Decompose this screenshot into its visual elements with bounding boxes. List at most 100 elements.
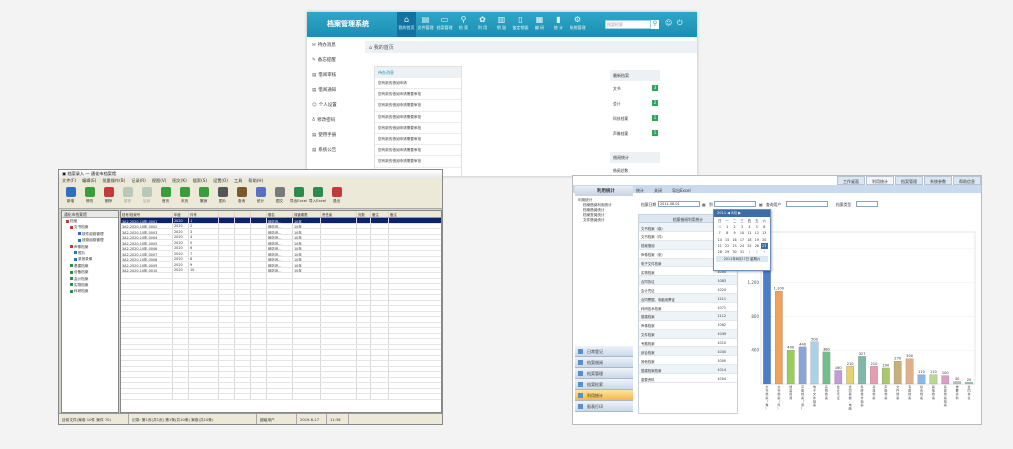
column-header[interactable]: 件号 — [189, 211, 219, 217]
menu-item[interactable]: 批量操作(B) — [102, 178, 125, 185]
column-header[interactable]: 备注 — [371, 211, 389, 217]
column-header[interactable]: 年度 — [173, 211, 189, 217]
stats-row[interactable]: 声像档案 1082 — [639, 321, 737, 330]
stats-row[interactable]: 科研技术档案 1071 — [639, 303, 737, 312]
sidebar-item[interactable]: ♁ 修改密码 — [307, 115, 362, 130]
left-nav-item[interactable]: 档案检索 — [575, 379, 633, 390]
toolbar-button[interactable]: 后页 — [137, 185, 156, 208]
date-to-input[interactable] — [714, 201, 756, 207]
toolbar-button[interactable]: 导入Excel — [308, 185, 327, 208]
menu-item[interactable]: 图文(K) — [172, 178, 186, 185]
toolbar-button[interactable]: 统计 — [251, 185, 270, 208]
stats-row[interactable]: 专题档案 1010 — [639, 339, 737, 348]
todo-row[interactable]: 您有新的借阅申请需要审批 — [375, 112, 461, 123]
menu-item[interactable]: 工具 — [234, 178, 242, 185]
column-header[interactable]: 题名 — [267, 211, 293, 217]
menu-item[interactable]: 帮助(H) — [248, 178, 263, 185]
column-header[interactable] — [235, 211, 251, 217]
menu-item[interactable]: 搜索(S) — [193, 178, 207, 185]
nav-item[interactable]: ⚙ 系统管理 — [568, 12, 587, 37]
menu-item[interactable]: 文件(F) — [62, 178, 76, 185]
column-header[interactable]: 保管期限 — [293, 211, 321, 217]
menu-item[interactable]: 记录(R) — [131, 178, 146, 185]
module-tab[interactable]: 帮助信息 — [953, 176, 981, 185]
left-nav-item[interactable]: 档案借阅 — [575, 357, 633, 368]
calendar-icon[interactable]: ▦ — [702, 202, 706, 207]
toolbar-button[interactable]: 新增 — [61, 185, 80, 208]
sidebar-item[interactable]: ✎ 备忘提醒 — [307, 55, 362, 70]
toolbar-button[interactable]: 末页 — [175, 185, 194, 208]
left-nav-item[interactable]: 利用统计 — [575, 390, 633, 401]
stats-row[interactable]: 合同协议 1083 — [639, 276, 737, 286]
search-input[interactable]: 档案检索 — [605, 20, 651, 29]
nav-item[interactable]: ▤ 文件管理 — [416, 12, 435, 37]
calendar-day[interactable]: 29 — [723, 249, 730, 255]
calendar-day[interactable]: 2 — [753, 249, 760, 255]
tree-node[interactable]: 科研档案 — [62, 288, 118, 294]
latest-archive-row[interactable]: 会计 2 — [610, 98, 660, 113]
calendar-day[interactable]: 1 — [746, 249, 753, 255]
toolbar-button[interactable]: 退出 — [327, 185, 346, 208]
calendar-day[interactable]: 31 — [738, 249, 745, 255]
calendar-footer[interactable]: 2011年8月27日 星期六 — [716, 256, 768, 263]
stats-row[interactable]: 会计凭证 1024 — [639, 285, 737, 295]
module-tab[interactable]: 档案管理 — [895, 176, 923, 185]
toolbar-button[interactable]: 导出Excel — [289, 185, 308, 208]
calendar-day[interactable]: 28 — [716, 249, 723, 255]
search-button[interactable]: ⚲ — [651, 20, 659, 29]
todo-row[interactable]: 您有新的借阅申请需要审批 — [375, 89, 461, 101]
left-nav-item[interactable]: 日常登记 — [575, 346, 633, 357]
todo-row[interactable]: 您有新的借阅申请 — [375, 78, 461, 90]
latest-archive-row[interactable]: 声像档案 1 — [610, 128, 660, 143]
calendar-day[interactable]: 3 — [761, 249, 768, 255]
column-header[interactable] — [219, 211, 235, 217]
left-nav-item[interactable]: 报表打印 — [575, 401, 633, 412]
toolbar-button[interactable]: 图文 — [270, 185, 289, 208]
nav-item[interactable]: ⚲ 检 索 — [454, 12, 473, 37]
todo-row[interactable]: 您有新的借阅申请需要审批 — [375, 123, 461, 134]
menu-item[interactable]: 编辑(E) — [82, 178, 96, 185]
left-nav-item[interactable]: 档案管理 — [575, 368, 633, 379]
query-button[interactable]: 关闭 — [654, 188, 662, 195]
latest-archive-row[interactable]: 科技档案 1 — [610, 113, 660, 128]
stats-tree-node[interactable]: 文件借阅统计 — [575, 218, 633, 223]
toolbar-button[interactable]: 撤销 — [194, 185, 213, 208]
module-tab[interactable]: 工作桌面 — [837, 176, 865, 185]
todo-row[interactable]: 您有新的借阅申请需要审批 — [375, 145, 461, 157]
stats-row[interactable]: 重要资料 1004 — [639, 374, 737, 384]
stats-row[interactable]: 综合档案 1040 — [639, 347, 737, 357]
module-tab[interactable]: 系统参数 — [924, 176, 952, 185]
date-from-input[interactable]: 2011-08-01 — [658, 201, 700, 207]
nav-item[interactable]: ⌂ 我的首页 — [397, 12, 416, 37]
latest-archive-row[interactable]: 文书 3 — [610, 83, 660, 98]
menu-item[interactable]: 视图(V) — [152, 178, 167, 185]
user-icon[interactable]: ☺ — [665, 19, 672, 27]
date-picker[interactable]: 2011 ◀ 8月 ▶ 日一二三四五六 31 1 2 3 4 5 6 7 8 9 10 11 12 13 14… — [713, 209, 771, 271]
stats-row[interactable]: 文件档案 1049 — [639, 329, 737, 339]
module-tab[interactable]: 利用统计 — [866, 176, 894, 185]
toolbar-button[interactable]: 首页 — [156, 185, 175, 208]
todo-row[interactable]: 您有新的借阅申请需要审批 — [375, 100, 461, 112]
toolbar-button[interactable]: 修改 — [80, 185, 99, 208]
nav-item[interactable]: ▭ 档案管理 — [435, 12, 454, 37]
query-button[interactable]: 导出Excel — [672, 188, 691, 195]
nav-item[interactable]: ▦ 编 研 — [530, 12, 549, 37]
sidebar-item[interactable]: ▤ 系统公告 — [307, 145, 362, 160]
toolbar-button[interactable]: 查询 — [232, 185, 251, 208]
toolbar-button[interactable]: 删除 — [99, 185, 118, 208]
calendar-header[interactable]: 2011 ◀ 8月 ▶ — [714, 210, 770, 217]
type-select[interactable] — [856, 201, 878, 207]
sidebar-item[interactable]: ✉ 待办消息 — [307, 40, 362, 55]
toolbar-button[interactable]: 前页 — [118, 185, 137, 208]
stats-row[interactable]: 基建档案档案 1014 — [639, 365, 737, 375]
sidebar-item[interactable]: ▤ 借阅通知 — [307, 85, 362, 100]
nav-item[interactable]: ▥ 销 毁 — [492, 12, 511, 37]
calendar-day[interactable]: 30 — [731, 249, 738, 255]
stats-row[interactable]: 其他档案 1000 — [639, 356, 737, 366]
nav-item[interactable]: ▯ 鉴定销毁 — [511, 12, 530, 37]
stats-row[interactable]: 基建档案 1112 — [639, 311, 737, 321]
column-header[interactable]: 档号/档案号 — [121, 211, 173, 217]
todo-row[interactable]: 您有新的借阅申请需要审批 — [375, 134, 461, 146]
sidebar-item[interactable]: ▤ 借阅审核 — [307, 70, 362, 85]
column-header[interactable] — [251, 211, 267, 217]
